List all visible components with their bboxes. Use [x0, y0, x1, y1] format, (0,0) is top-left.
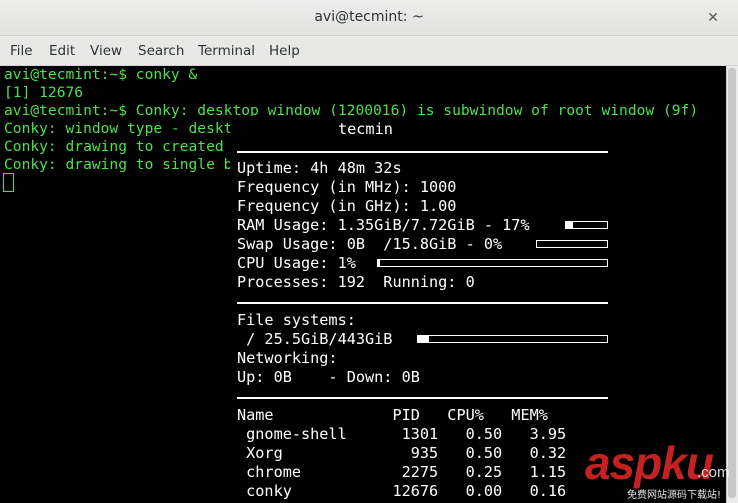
terminal-line: [1] 12676	[4, 84, 84, 101]
ram-usage-bar	[565, 221, 608, 229]
window-title: avi@tecmint: ~	[314, 9, 424, 25]
conky-processes: Processes: 192 Running: 0	[237, 273, 475, 291]
conky-freq-mhz: Frequency (in MHz): 1000	[237, 178, 457, 196]
ram-usage-fill	[566, 222, 573, 228]
menu-view[interactable]: View	[90, 43, 122, 59]
conky-swap: Swap Usage: 0B /15.8GiB - 0%	[237, 235, 503, 253]
close-icon[interactable]: ✕	[702, 7, 724, 29]
cpu-usage-bar	[377, 259, 608, 267]
menu-edit[interactable]: Edit	[49, 43, 75, 59]
terminal-line: Conky: drawing to single b	[4, 156, 233, 173]
swap-usage-bar	[536, 240, 608, 248]
conky-divider	[237, 302, 608, 304]
menu-terminal[interactable]: Terminal	[198, 43, 255, 59]
conky-divider	[237, 397, 608, 399]
menu-bar: File Edit View Search Terminal Help	[0, 36, 738, 66]
conky-ram: RAM Usage: 1.35GiB/7.72GiB - 17%	[237, 216, 530, 234]
process-row: chrome 2275 0.25 1.15	[237, 463, 567, 481]
watermark-com: .com	[697, 464, 730, 481]
watermark-sub: 免费网站源码下载站!	[627, 490, 722, 501]
menu-file[interactable]: File	[10, 43, 33, 59]
terminal-line: avi@tecmint:~$ conky &	[4, 66, 198, 83]
terminal-line: Conky: window type - deskt	[4, 120, 233, 137]
conky-freq-ghz: Frequency (in GHz): 1.00	[237, 197, 457, 215]
fs-usage-bar	[417, 335, 608, 343]
conky-net-header: Networking:	[237, 349, 338, 367]
conky-hostname: tecmin	[338, 120, 393, 138]
conky-fs-root: / 25.5GiB/443GiB	[237, 330, 393, 348]
conky-cpu: CPU Usage: 1%	[237, 254, 356, 272]
scrollbar-thumb[interactable]	[728, 68, 736, 498]
fs-usage-fill	[418, 336, 430, 342]
text-cursor	[3, 173, 14, 192]
watermark-logo: aspku .com 免费网站源码下载站!	[585, 436, 735, 502]
menu-search[interactable]: Search	[138, 43, 184, 59]
conky-uptime: Uptime: 4h 48m 32s	[237, 159, 402, 177]
conky-fs-header: File systems:	[237, 311, 356, 329]
process-row: gnome-shell 1301 0.50 3.95	[237, 425, 567, 443]
conky-divider	[237, 151, 608, 153]
process-row: conky 12676 0.00 0.16	[237, 482, 567, 500]
conky-net-line: Up: 0B - Down: 0B	[237, 368, 420, 386]
window-titlebar[interactable]: avi@tecmint: ~ ✕	[0, 0, 738, 36]
conky-proc-header: Name PID CPU% MEM%	[237, 406, 548, 424]
conky-overlay: tecmin Uptime: 4h 48m 32s Frequency (in …	[230, 116, 614, 503]
watermark-main: aspku	[585, 437, 714, 489]
cpu-usage-fill	[378, 260, 381, 266]
terminal-line: Conky: drawing to created	[4, 138, 233, 155]
process-row: Xorg 935 0.50 0.32	[237, 444, 567, 462]
menu-help[interactable]: Help	[269, 43, 300, 59]
